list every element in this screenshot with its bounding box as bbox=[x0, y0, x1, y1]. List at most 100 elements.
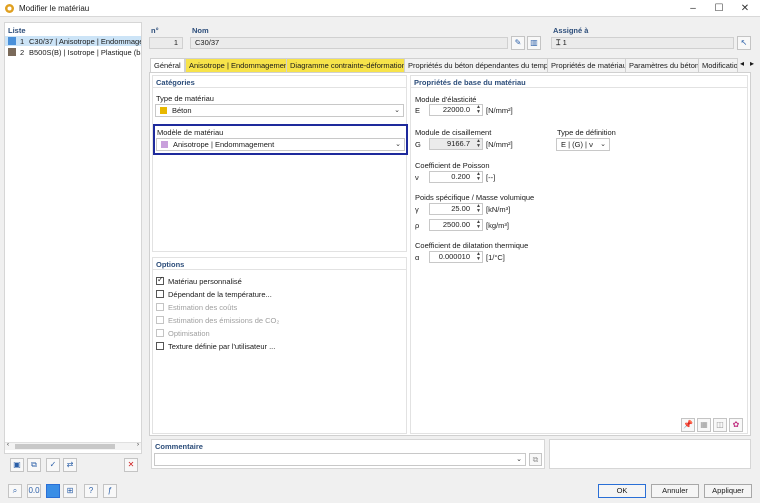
title-bar: Modifier le matériau – ☐ ✕ bbox=[0, 0, 760, 17]
comment-label: Commentaire bbox=[155, 442, 203, 451]
gamma-symbol: γ bbox=[415, 205, 419, 214]
name-field[interactable]: C30/37 bbox=[190, 37, 508, 49]
list-item-name: C30/37 | Anisotrope | Endommageme bbox=[29, 37, 141, 46]
cost-estimate-checkbox[interactable] bbox=[156, 303, 164, 311]
chart-icon[interactable]: ◫ bbox=[713, 418, 727, 432]
assigned-field[interactable]: ⌶ 1 bbox=[551, 37, 734, 49]
search-icon[interactable]: ⌕ bbox=[8, 484, 22, 498]
number-label: n° bbox=[151, 26, 159, 35]
tab-modification[interactable]: Modificatio bbox=[698, 58, 738, 72]
spinner-icon[interactable]: ▲ ▼ bbox=[476, 139, 481, 149]
list-header: Liste bbox=[8, 26, 26, 35]
cancel-button[interactable]: Annuler bbox=[651, 484, 699, 498]
definition-type-label: Type de définition bbox=[557, 128, 616, 137]
tab-concrete-parameters[interactable]: Paramètres du béton bbox=[625, 58, 704, 72]
spinner-icon[interactable]: ▲ ▼ bbox=[476, 220, 481, 230]
assigned-label: Assigné à bbox=[553, 26, 589, 35]
function-icon[interactable]: ƒ bbox=[103, 484, 117, 498]
app-icon bbox=[5, 4, 14, 13]
divider bbox=[411, 87, 747, 88]
tab-time-dependent-concrete[interactable]: Propriétés du béton dépendantes du temps bbox=[404, 58, 556, 72]
custom-texture-checkbox[interactable] bbox=[156, 342, 164, 350]
g-symbol: G bbox=[415, 140, 421, 149]
chevron-down-icon: ⌄ bbox=[394, 107, 400, 114]
select-assignment-icon[interactable]: ↖ bbox=[737, 36, 751, 50]
properties-title: Propriétés de base du matériau bbox=[414, 78, 526, 87]
minimize-button[interactable]: – bbox=[680, 0, 706, 17]
edit-name-icon[interactable]: ✎ bbox=[511, 36, 525, 50]
library-icon[interactable]: ▥ bbox=[527, 36, 541, 50]
tab-general[interactable]: Général bbox=[150, 58, 185, 73]
poisson-value: 0.200 bbox=[451, 172, 470, 181]
shear-modulus-label: Module de cisaillement bbox=[415, 128, 492, 137]
color-icon[interactable] bbox=[46, 484, 60, 498]
e-symbol: E bbox=[415, 106, 421, 115]
material-type-swatch bbox=[160, 107, 167, 114]
specific-weight-unit: [kN/m³] bbox=[486, 205, 511, 214]
temperature-dependent-label: Dépendant de la température... bbox=[168, 290, 272, 299]
definition-type-value: E | (G) | ν bbox=[561, 140, 593, 149]
thermal-coefficient-value: 0.000010 bbox=[438, 252, 470, 261]
tab-stress-strain-diagram[interactable]: Diagramme contrainte-déformation bbox=[286, 58, 410, 72]
renumber-icon[interactable]: ⇄ bbox=[63, 458, 77, 472]
co2-estimate-checkbox[interactable] bbox=[156, 316, 164, 324]
pin-icon[interactable]: 📌 bbox=[681, 418, 695, 432]
list-item-1[interactable]: 1 C30/37 | Anisotrope | Endommageme bbox=[5, 36, 141, 46]
color-palette-icon[interactable]: ✿ bbox=[729, 418, 743, 432]
poisson-unit: [--] bbox=[486, 173, 496, 182]
table-icon[interactable]: ▦ bbox=[697, 418, 711, 432]
comment-library-icon[interactable]: ⧉ bbox=[529, 453, 542, 466]
elastic-modulus-input[interactable]: 22000.0 ▲ ▼ bbox=[429, 104, 483, 116]
spinner-icon[interactable]: ▲ ▼ bbox=[476, 204, 481, 214]
density-input[interactable]: 2500.00 ▲ ▼ bbox=[429, 219, 483, 231]
categories-title: Catégories bbox=[156, 78, 195, 87]
scroll-right-icon[interactable]: › bbox=[137, 442, 139, 448]
scrollbar-thumb[interactable] bbox=[15, 444, 115, 449]
co2-estimate-label: Estimation des émissions de CO₂ bbox=[168, 316, 280, 325]
scroll-left-icon[interactable]: ‹ bbox=[7, 442, 9, 448]
ok-button[interactable]: OK bbox=[598, 484, 646, 498]
list-item-2[interactable]: 2 B500S(B) | Isotrope | Plastique (barre… bbox=[5, 47, 141, 57]
elastic-modulus-value: 22000.0 bbox=[442, 105, 470, 114]
specific-weight-input[interactable]: 25.00 ▲ ▼ bbox=[429, 203, 483, 215]
tab-scroll-right-icon[interactable]: ▸ bbox=[750, 59, 754, 68]
number-field[interactable]: 1 bbox=[149, 37, 183, 49]
spinner-icon[interactable]: ▲ ▼ bbox=[476, 105, 481, 115]
spinner-icon[interactable]: ▲ ▼ bbox=[476, 172, 481, 182]
apply-button[interactable]: Appliquer bbox=[704, 484, 752, 498]
name-label: Nom bbox=[192, 26, 209, 35]
optimization-checkbox[interactable] bbox=[156, 329, 164, 337]
weight-label: Poids spécifique / Masse volumique bbox=[415, 193, 535, 202]
copy-material-icon[interactable]: ⧉ bbox=[27, 458, 41, 472]
shear-modulus-input[interactable]: 9166.7 ▲ ▼ bbox=[429, 138, 483, 150]
check-material-icon[interactable]: ✓ bbox=[46, 458, 60, 472]
tab-scroll-left-icon[interactable]: ◂ bbox=[740, 59, 744, 68]
help-icon[interactable]: ? bbox=[84, 484, 98, 498]
tab-anisotropic-damage[interactable]: Anisotrope | Endommagement bbox=[185, 58, 295, 72]
close-button[interactable]: ✕ bbox=[732, 0, 758, 17]
maximize-button[interactable]: ☐ bbox=[706, 0, 732, 17]
delete-icon[interactable]: ✕ bbox=[124, 458, 138, 472]
base-properties-panel: Propriétés de base du matériau Module d'… bbox=[410, 75, 748, 434]
comment-input[interactable]: ⌄ bbox=[154, 453, 526, 466]
tree-view-icon[interactable]: ⊞ bbox=[63, 484, 77, 498]
temperature-dependent-checkbox[interactable] bbox=[156, 290, 164, 298]
material-color-swatch bbox=[8, 37, 16, 45]
poisson-input[interactable]: 0.200 ▲ ▼ bbox=[429, 171, 483, 183]
material-list-panel: Liste 1 C30/37 | Anisotrope | Endommagem… bbox=[4, 22, 142, 454]
divider bbox=[153, 269, 406, 270]
chevron-down-icon: ⌄ bbox=[600, 141, 606, 148]
window-title: Modifier le matériau bbox=[19, 4, 90, 13]
new-material-icon[interactable]: ▣ bbox=[10, 458, 24, 472]
spinner-icon[interactable]: ▲ ▼ bbox=[476, 252, 481, 262]
definition-type-select[interactable]: E | (G) | ν ⌄ bbox=[556, 138, 610, 151]
list-horizontal-scrollbar[interactable]: ‹ › bbox=[5, 442, 141, 450]
thermal-coefficient-input[interactable]: 0.000010 ▲ ▼ bbox=[429, 251, 483, 263]
material-model-select[interactable]: Anisotrope | Endommagement ⌄ bbox=[156, 138, 405, 151]
numeric-units-icon[interactable]: 0.0 bbox=[27, 484, 41, 498]
custom-material-checkbox[interactable] bbox=[156, 275, 164, 285]
tab-material-properties[interactable]: Propriétés de matériau bbox=[547, 58, 631, 72]
material-type-select[interactable]: Béton ⌄ bbox=[155, 104, 404, 117]
alpha-symbol: α bbox=[415, 253, 420, 262]
material-type-value: Béton bbox=[172, 106, 192, 115]
